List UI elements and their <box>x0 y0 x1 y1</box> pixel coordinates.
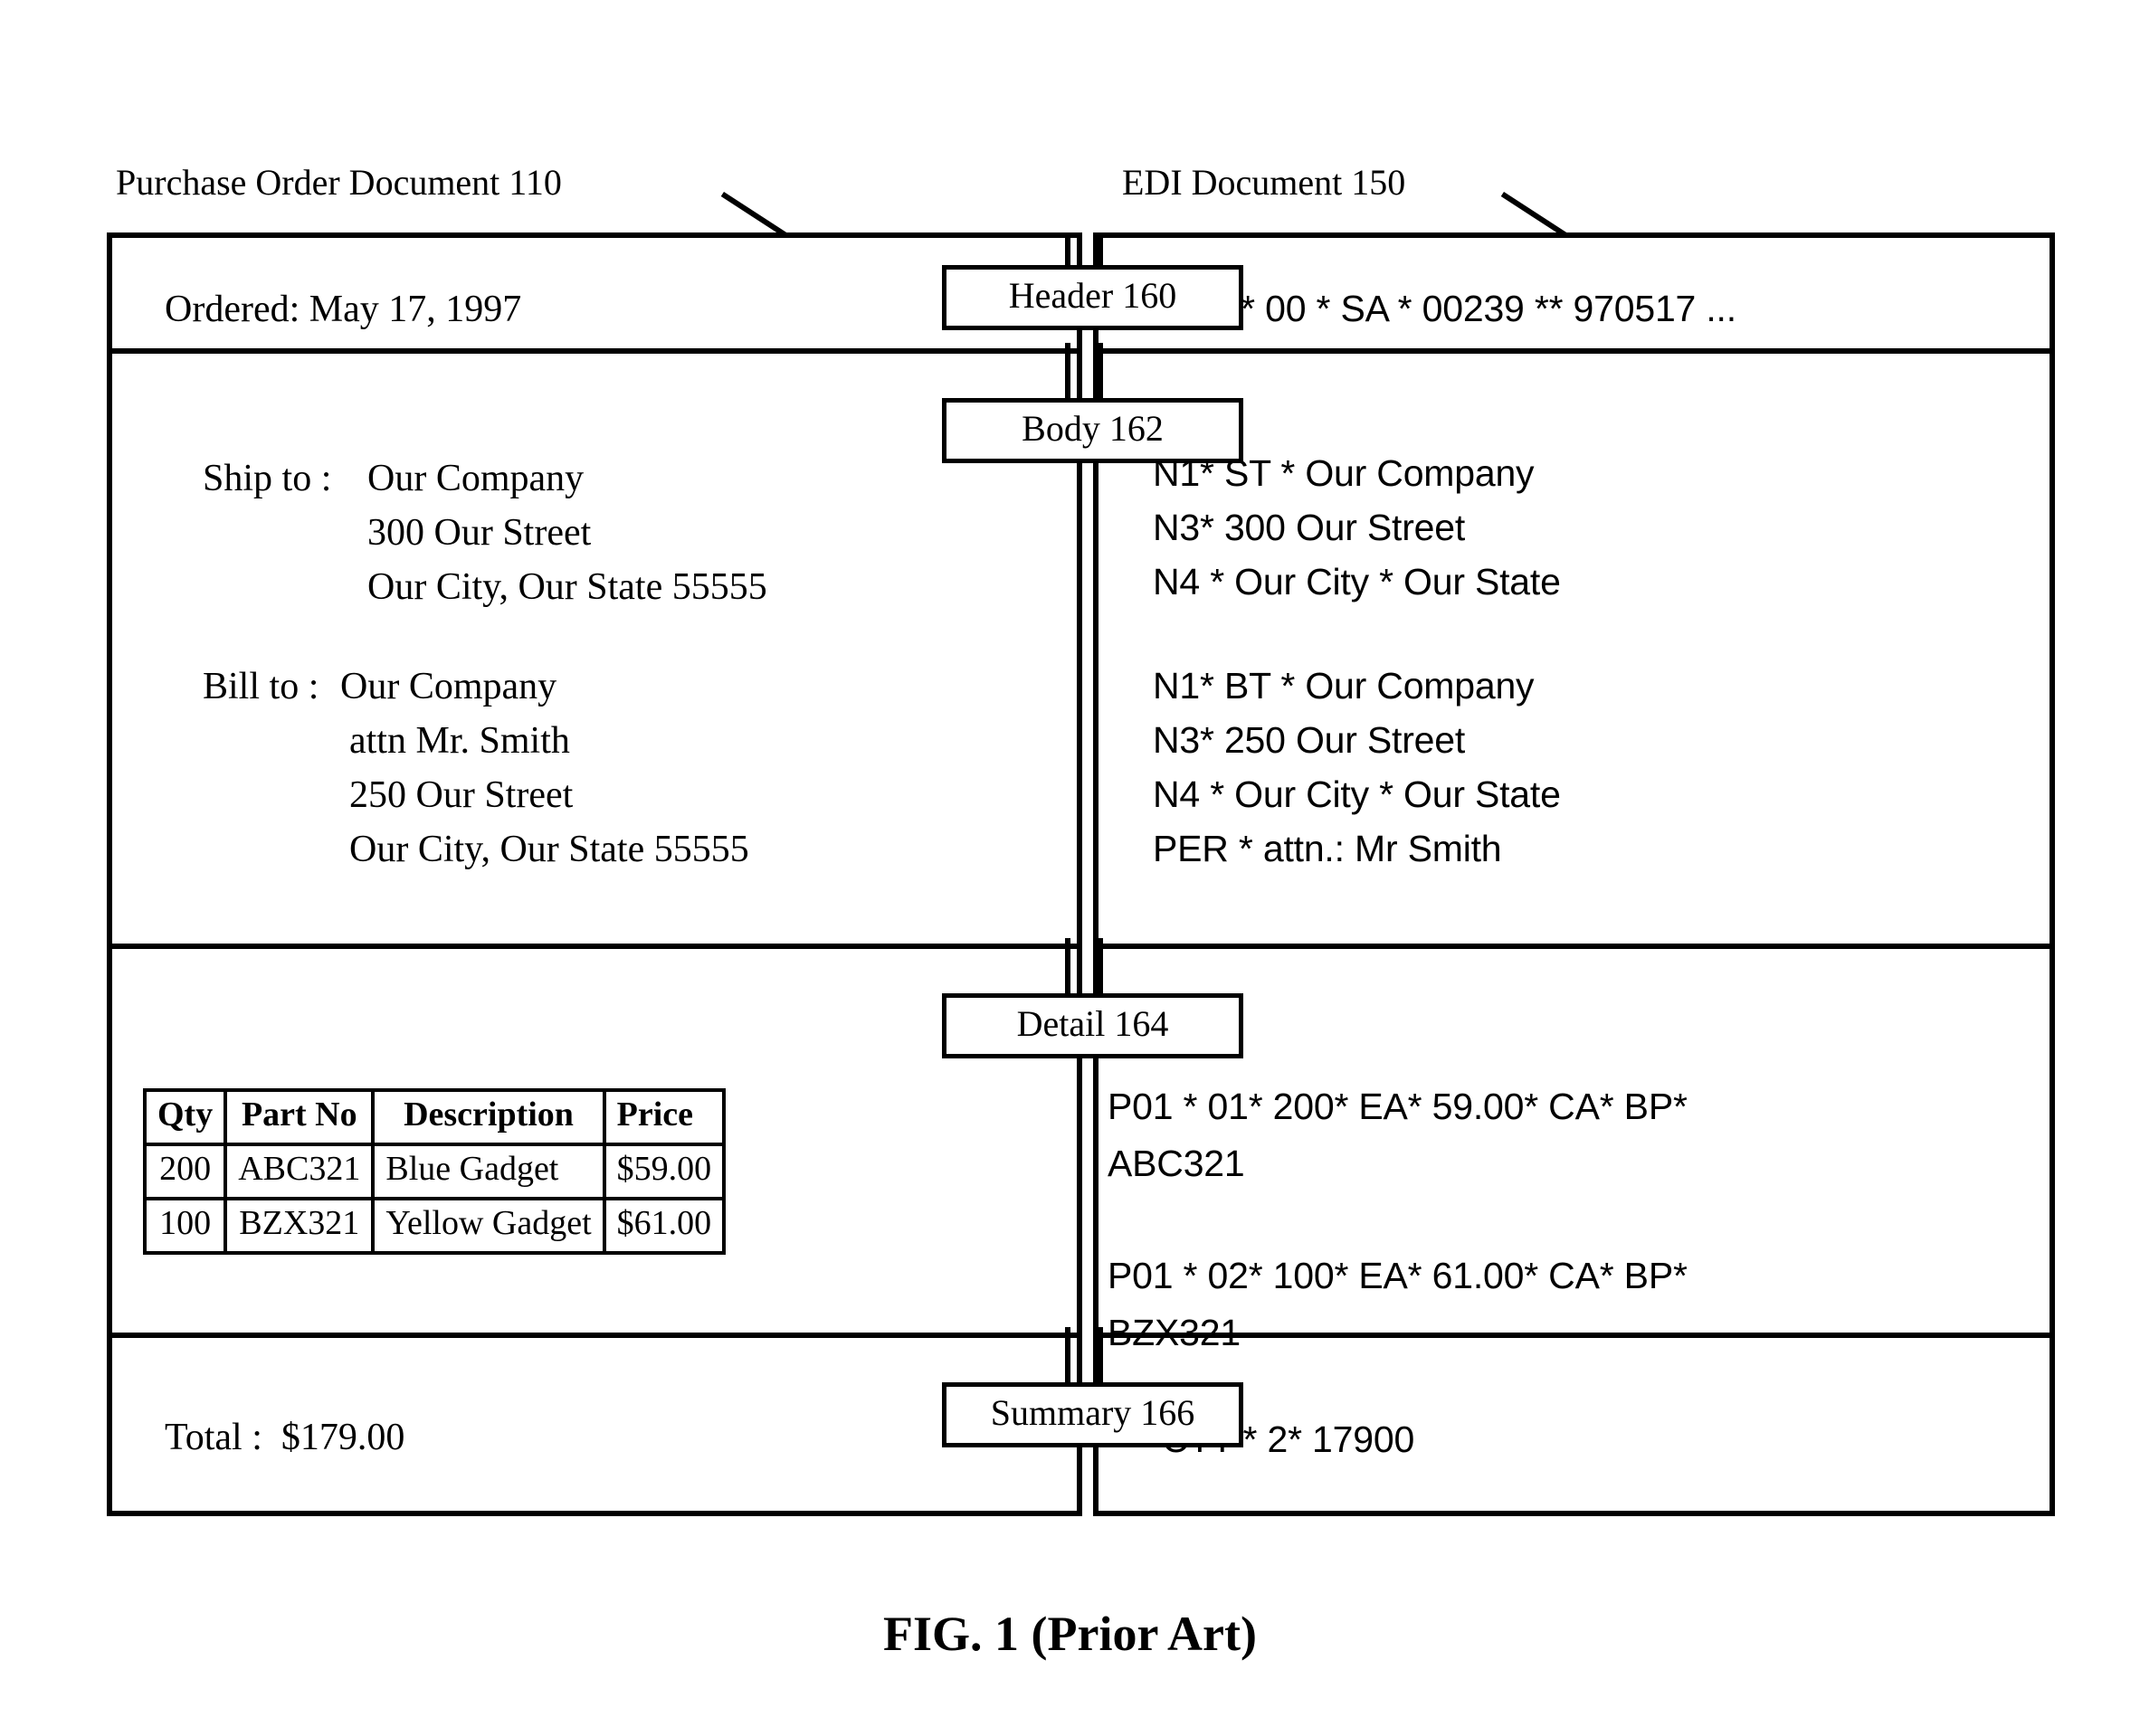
edi-body-segment-n1-bt: N1* BT * Our Company <box>1153 665 1535 707</box>
edi-body-segment-n3-ship: N3* 300 Our Street <box>1153 507 1466 548</box>
stub-detail-left <box>1065 938 1070 997</box>
po-ordered-date: Ordered: May 17, 1997 <box>165 289 522 330</box>
column-header-description: Description <box>371 1088 606 1146</box>
stub-header-left <box>1065 232 1070 269</box>
po-bill-to-label: Bill to : <box>203 666 319 707</box>
cell-description: Yellow Gadget <box>371 1196 606 1255</box>
po-divider-header-body <box>107 348 1082 354</box>
po-ship-to-line-2: 300 Our Street <box>367 512 592 554</box>
stub-body-right <box>1098 343 1103 402</box>
cell-description: Blue Gadget <box>371 1142 606 1200</box>
column-header-price: Price <box>602 1088 727 1146</box>
edi-body-segment-per: PER * attn.: Mr Smith <box>1153 828 1502 869</box>
column-header-part-no: Part No <box>224 1088 376 1146</box>
edi-divider-header-body <box>1093 348 2055 354</box>
po-ship-to-label: Ship to : <box>203 458 332 499</box>
figure-caption: FIG. 1 (Prior Art) <box>883 1607 1257 1661</box>
link-box-header: Header 160 <box>942 265 1243 330</box>
stub-summary-right <box>1098 1327 1103 1386</box>
stub-header-right <box>1098 232 1103 269</box>
cell-qty: 200 <box>142 1142 228 1200</box>
edi-detail-segment-p01-02: P01 * 02* 100* EA* 61.00* CA* BP* <box>1108 1255 1688 1296</box>
cell-price: $61.00 <box>602 1196 727 1255</box>
column-header-qty: Qty <box>142 1088 228 1146</box>
po-bill-to-line-4: Our City, Our State 55555 <box>349 829 749 870</box>
edi-body-segment-n4-bill: N4 * Our City * Our State <box>1153 773 1561 815</box>
po-bill-to-line-2: attn Mr. Smith <box>349 720 570 762</box>
stub-summary-left <box>1065 1327 1070 1386</box>
stub-detail-right <box>1098 938 1103 997</box>
link-box-detail: Detail 164 <box>942 993 1243 1058</box>
po-ship-to-line-1: Our Company <box>367 458 585 499</box>
link-box-body: Body 162 <box>942 398 1243 463</box>
po-ship-to-line-3: Our City, Our State 55555 <box>367 566 767 608</box>
edi-detail-segment-p01-01: P01 * 01* 200* EA* 59.00* CA* BP* <box>1108 1086 1688 1127</box>
table-row: 200 ABC321 Blue Gadget $59.00 <box>142 1142 727 1200</box>
po-bill-to-line-1: Our Company <box>340 666 557 707</box>
link-box-summary: Summary 166 <box>942 1382 1243 1447</box>
cell-part-no: ABC321 <box>224 1142 376 1200</box>
table-header-row: Qty Part No Description Price <box>142 1088 727 1146</box>
edi-body-segment-n3-bill: N3* 250 Our Street <box>1153 719 1466 761</box>
table-row: 100 BZX321 Yellow Gadget $61.00 <box>142 1196 727 1255</box>
po-bill-to-line-3: 250 Our Street <box>349 774 574 816</box>
cell-part-no: BZX321 <box>224 1196 376 1255</box>
po-total-amount: Total : $179.00 <box>165 1417 405 1458</box>
edi-detail-segment-p01-01-part: ABC321 <box>1108 1143 1245 1184</box>
edi-detail-segment-p01-02-part: BZX321 <box>1108 1312 1241 1353</box>
edi-document-label: EDI Document 150 <box>1122 162 1406 203</box>
edi-body-segment-n4-ship: N4 * Our City * Our State <box>1153 561 1561 602</box>
po-divider-detail-summary <box>107 1333 1082 1338</box>
line-item-table: Qty Part No Description Price 200 ABC321… <box>142 1088 727 1255</box>
stub-body-left <box>1065 343 1070 402</box>
cell-price: $59.00 <box>602 1142 727 1200</box>
purchase-order-document-frame: Ordered: May 17, 1997 Ship to : Our Comp… <box>107 232 1082 1516</box>
po-divider-body-detail <box>107 944 1082 949</box>
cell-qty: 100 <box>142 1196 228 1255</box>
purchase-order-document-label: Purchase Order Document 110 <box>116 162 562 203</box>
edi-divider-body-detail <box>1093 944 2055 949</box>
